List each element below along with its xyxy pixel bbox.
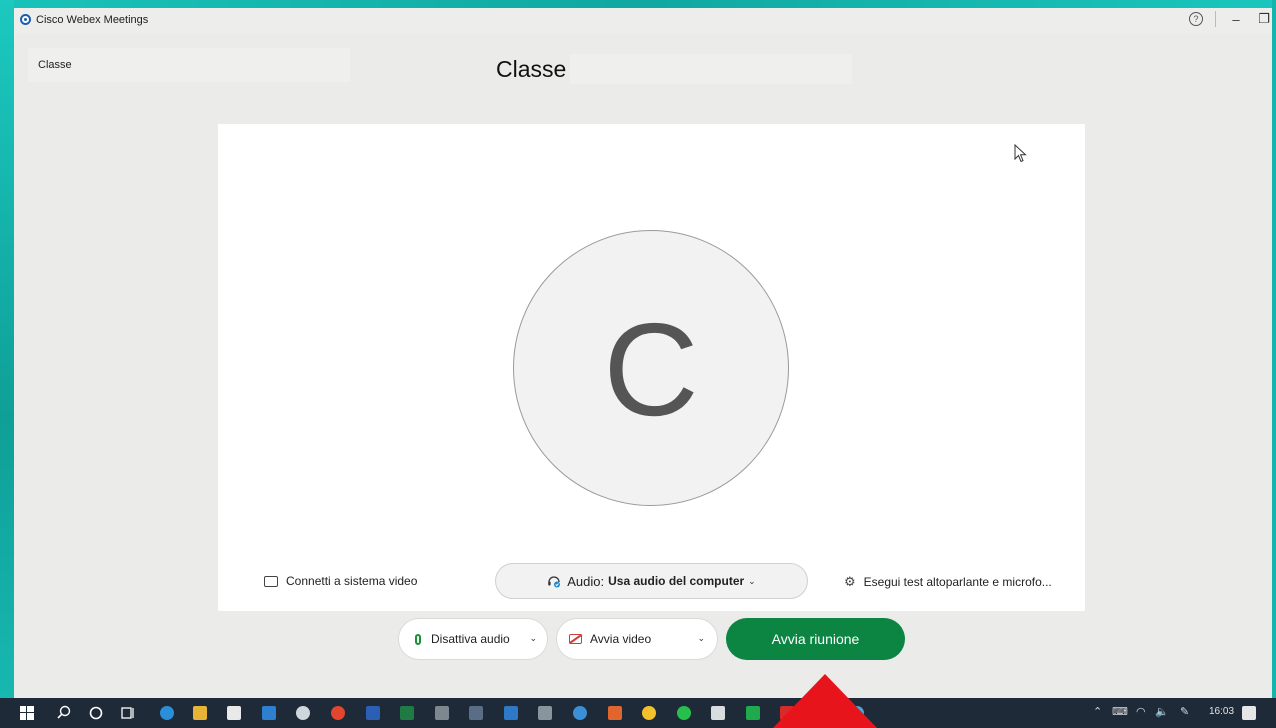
help-icon[interactable]: ? <box>1189 12 1203 26</box>
cast-icon <box>264 575 278 587</box>
webex-window: Cisco Webex Meetings ? – ❐ Classe Classe… <box>14 8 1272 698</box>
meeting-title: Classe <box>496 55 567 82</box>
notifications-icon[interactable] <box>1242 706 1256 720</box>
search-icon[interactable] <box>56 705 72 721</box>
avatar: C <box>513 230 789 506</box>
chevron-down-icon: ⌄ <box>529 633 537 643</box>
app-icon[interactable] <box>746 706 760 720</box>
gear-icon: ⚙ <box>844 574 856 589</box>
notes-icon[interactable] <box>469 706 483 720</box>
start-video-label: Avvia video <box>590 632 652 646</box>
meeting-name-label: Classe <box>38 59 72 71</box>
mute-audio-button[interactable]: Disattiva audio ⌄ <box>398 618 548 660</box>
restore-button[interactable]: ❐ <box>1256 11 1272 27</box>
excel-icon[interactable] <box>400 706 414 720</box>
language-icon[interactable]: ⌨ <box>1112 705 1128 718</box>
edge-icon[interactable] <box>160 706 174 720</box>
app-icon[interactable] <box>711 706 725 720</box>
avatar-initial: C <box>603 296 699 443</box>
chevron-down-icon: ⌄ <box>748 575 756 586</box>
speaker-mic-test-button[interactable]: ⚙ Esegui test altoparlante e microfo... <box>844 574 1052 590</box>
file-explorer-icon[interactable] <box>193 706 207 720</box>
calculator-icon[interactable] <box>435 706 449 720</box>
app-icon[interactable] <box>642 706 656 720</box>
chevron-down-icon: ⌄ <box>697 633 705 643</box>
app-icon[interactable] <box>608 706 622 720</box>
audio-label: Audio: <box>567 573 605 589</box>
windows-taskbar: ⌃ ⌨ ◠ 🔈 ✎ 16:03 <box>0 698 1276 728</box>
tray-chevron-icon[interactable]: ⌃ <box>1093 705 1102 718</box>
title-separator <box>1215 11 1216 27</box>
microphone-icon <box>415 633 421 645</box>
mouse-cursor-icon <box>1014 144 1027 163</box>
word-icon[interactable] <box>366 706 380 720</box>
meeting-name-field: Classe <box>28 48 350 82</box>
title-bar: Cisco Webex Meetings ? – ❐ <box>14 8 1272 34</box>
preview-options-bar: Connetti a sistema video Audio: Usa audi… <box>218 562 1085 602</box>
volume-icon[interactable]: 🔈 <box>1155 705 1169 718</box>
webex-logo-icon <box>20 14 31 25</box>
clock[interactable]: 16:03 <box>1209 706 1234 717</box>
security-icon[interactable] <box>296 706 310 720</box>
desktop-edge-right <box>1272 0 1276 698</box>
mute-audio-label: Disattiva audio <box>431 632 510 646</box>
pen-icon[interactable]: ✎ <box>1180 705 1189 718</box>
desktop-background <box>0 0 1276 8</box>
chrome-icon[interactable] <box>331 706 345 720</box>
store-icon[interactable] <box>227 706 241 720</box>
mail-icon[interactable] <box>262 706 276 720</box>
window-controls: ? – ❐ <box>1189 11 1272 27</box>
task-view-icon[interactable] <box>120 705 136 721</box>
desktop-edge-left <box>0 0 14 698</box>
app-title: Cisco Webex Meetings <box>36 14 149 26</box>
meeting-title-wrap: Classe <box>496 52 853 86</box>
audio-connection-dropdown[interactable]: Audio: Usa audio del computer ⌄ <box>495 563 808 599</box>
start-video-button[interactable]: Avvia video ⌄ <box>556 618 718 660</box>
cortana-icon[interactable] <box>88 705 104 721</box>
app-icon[interactable] <box>538 706 552 720</box>
outlook-icon[interactable] <box>504 706 518 720</box>
connect-video-system-button[interactable]: Connetti a sistema video <box>264 574 417 588</box>
app-icon[interactable] <box>573 706 587 720</box>
minimize-button[interactable]: – <box>1228 12 1244 27</box>
video-preview-panel: C Connetti a sistema video Audio: Usa au… <box>218 124 1085 611</box>
start-meeting-button[interactable]: Avvia riunione <box>726 618 905 660</box>
speaker-mic-test-label: Esegui test altoparlante e microfo... <box>863 575 1052 589</box>
wifi-icon[interactable]: ◠ <box>1136 705 1146 718</box>
audio-value: Usa audio del computer <box>608 574 745 588</box>
windows-start-icon[interactable] <box>20 706 34 720</box>
meeting-title-redaction <box>570 54 853 84</box>
whatsapp-icon[interactable] <box>677 706 691 720</box>
video-off-icon <box>569 634 582 644</box>
connect-video-system-label: Connetti a sistema video <box>286 574 418 588</box>
annotation-arrow-icon <box>773 674 877 728</box>
headset-icon <box>548 576 561 588</box>
